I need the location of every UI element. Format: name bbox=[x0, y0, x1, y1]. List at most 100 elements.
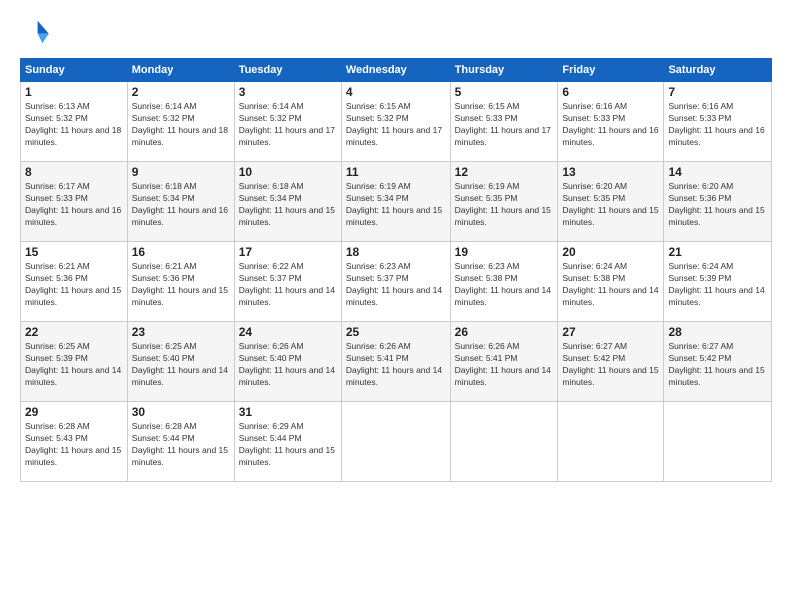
day-info: Sunrise: 6:24 AM Sunset: 5:38 PM Dayligh… bbox=[562, 261, 659, 309]
day-number: 21 bbox=[668, 245, 767, 259]
calendar-day-cell bbox=[450, 402, 558, 482]
day-number: 9 bbox=[132, 165, 230, 179]
day-info: Sunrise: 6:24 AM Sunset: 5:39 PM Dayligh… bbox=[668, 261, 767, 309]
calendar-day-cell: 31 Sunrise: 6:29 AM Sunset: 5:44 PM Dayl… bbox=[234, 402, 341, 482]
day-info: Sunrise: 6:14 AM Sunset: 5:32 PM Dayligh… bbox=[239, 101, 337, 149]
calendar-day-cell bbox=[558, 402, 664, 482]
day-number: 27 bbox=[562, 325, 659, 339]
day-number: 12 bbox=[455, 165, 554, 179]
day-number: 6 bbox=[562, 85, 659, 99]
day-number: 23 bbox=[132, 325, 230, 339]
calendar-day-cell: 3 Sunrise: 6:14 AM Sunset: 5:32 PM Dayli… bbox=[234, 82, 341, 162]
calendar-day-cell: 29 Sunrise: 6:28 AM Sunset: 5:43 PM Dayl… bbox=[21, 402, 128, 482]
day-info: Sunrise: 6:28 AM Sunset: 5:43 PM Dayligh… bbox=[25, 421, 123, 469]
calendar-day-cell: 23 Sunrise: 6:25 AM Sunset: 5:40 PM Dayl… bbox=[127, 322, 234, 402]
day-number: 3 bbox=[239, 85, 337, 99]
day-info: Sunrise: 6:26 AM Sunset: 5:41 PM Dayligh… bbox=[455, 341, 554, 389]
calendar-day-cell: 28 Sunrise: 6:27 AM Sunset: 5:42 PM Dayl… bbox=[664, 322, 772, 402]
calendar-day-cell: 13 Sunrise: 6:20 AM Sunset: 5:35 PM Dayl… bbox=[558, 162, 664, 242]
day-info: Sunrise: 6:22 AM Sunset: 5:37 PM Dayligh… bbox=[239, 261, 337, 309]
calendar-day-cell: 5 Sunrise: 6:15 AM Sunset: 5:33 PM Dayli… bbox=[450, 82, 558, 162]
calendar-day-cell: 6 Sunrise: 6:16 AM Sunset: 5:33 PM Dayli… bbox=[558, 82, 664, 162]
day-number: 11 bbox=[346, 165, 446, 179]
calendar-day-cell: 11 Sunrise: 6:19 AM Sunset: 5:34 PM Dayl… bbox=[341, 162, 450, 242]
day-number: 7 bbox=[668, 85, 767, 99]
day-info: Sunrise: 6:17 AM Sunset: 5:33 PM Dayligh… bbox=[25, 181, 123, 229]
calendar-week-row: 29 Sunrise: 6:28 AM Sunset: 5:43 PM Dayl… bbox=[21, 402, 772, 482]
calendar-day-cell: 2 Sunrise: 6:14 AM Sunset: 5:32 PM Dayli… bbox=[127, 82, 234, 162]
day-number: 13 bbox=[562, 165, 659, 179]
day-info: Sunrise: 6:16 AM Sunset: 5:33 PM Dayligh… bbox=[668, 101, 767, 149]
day-info: Sunrise: 6:23 AM Sunset: 5:37 PM Dayligh… bbox=[346, 261, 446, 309]
day-info: Sunrise: 6:20 AM Sunset: 5:35 PM Dayligh… bbox=[562, 181, 659, 229]
calendar-day-cell: 27 Sunrise: 6:27 AM Sunset: 5:42 PM Dayl… bbox=[558, 322, 664, 402]
day-number: 2 bbox=[132, 85, 230, 99]
calendar-week-row: 15 Sunrise: 6:21 AM Sunset: 5:36 PM Dayl… bbox=[21, 242, 772, 322]
day-number: 25 bbox=[346, 325, 446, 339]
weekday-header: Tuesday bbox=[234, 59, 341, 82]
page: SundayMondayTuesdayWednesdayThursdayFrid… bbox=[0, 0, 792, 612]
day-info: Sunrise: 6:26 AM Sunset: 5:41 PM Dayligh… bbox=[346, 341, 446, 389]
day-number: 20 bbox=[562, 245, 659, 259]
weekday-header: Thursday bbox=[450, 59, 558, 82]
day-info: Sunrise: 6:19 AM Sunset: 5:35 PM Dayligh… bbox=[455, 181, 554, 229]
day-info: Sunrise: 6:15 AM Sunset: 5:33 PM Dayligh… bbox=[455, 101, 554, 149]
day-number: 16 bbox=[132, 245, 230, 259]
calendar-day-cell: 20 Sunrise: 6:24 AM Sunset: 5:38 PM Dayl… bbox=[558, 242, 664, 322]
day-info: Sunrise: 6:18 AM Sunset: 5:34 PM Dayligh… bbox=[132, 181, 230, 229]
calendar-day-cell: 7 Sunrise: 6:16 AM Sunset: 5:33 PM Dayli… bbox=[664, 82, 772, 162]
weekday-header: Sunday bbox=[21, 59, 128, 82]
day-info: Sunrise: 6:27 AM Sunset: 5:42 PM Dayligh… bbox=[562, 341, 659, 389]
day-info: Sunrise: 6:26 AM Sunset: 5:40 PM Dayligh… bbox=[239, 341, 337, 389]
day-number: 28 bbox=[668, 325, 767, 339]
calendar-day-cell: 16 Sunrise: 6:21 AM Sunset: 5:36 PM Dayl… bbox=[127, 242, 234, 322]
logo bbox=[20, 16, 56, 48]
day-info: Sunrise: 6:21 AM Sunset: 5:36 PM Dayligh… bbox=[25, 261, 123, 309]
day-number: 14 bbox=[668, 165, 767, 179]
day-number: 31 bbox=[239, 405, 337, 419]
day-info: Sunrise: 6:29 AM Sunset: 5:44 PM Dayligh… bbox=[239, 421, 337, 469]
day-info: Sunrise: 6:16 AM Sunset: 5:33 PM Dayligh… bbox=[562, 101, 659, 149]
day-info: Sunrise: 6:19 AM Sunset: 5:34 PM Dayligh… bbox=[346, 181, 446, 229]
calendar-week-row: 22 Sunrise: 6:25 AM Sunset: 5:39 PM Dayl… bbox=[21, 322, 772, 402]
calendar-week-row: 8 Sunrise: 6:17 AM Sunset: 5:33 PM Dayli… bbox=[21, 162, 772, 242]
calendar-day-cell: 10 Sunrise: 6:18 AM Sunset: 5:34 PM Dayl… bbox=[234, 162, 341, 242]
calendar-day-cell: 24 Sunrise: 6:26 AM Sunset: 5:40 PM Dayl… bbox=[234, 322, 341, 402]
calendar-header-row: SundayMondayTuesdayWednesdayThursdayFrid… bbox=[21, 59, 772, 82]
day-info: Sunrise: 6:18 AM Sunset: 5:34 PM Dayligh… bbox=[239, 181, 337, 229]
day-number: 19 bbox=[455, 245, 554, 259]
calendar-day-cell: 21 Sunrise: 6:24 AM Sunset: 5:39 PM Dayl… bbox=[664, 242, 772, 322]
calendar-day-cell: 9 Sunrise: 6:18 AM Sunset: 5:34 PM Dayli… bbox=[127, 162, 234, 242]
day-info: Sunrise: 6:28 AM Sunset: 5:44 PM Dayligh… bbox=[132, 421, 230, 469]
day-number: 10 bbox=[239, 165, 337, 179]
weekday-header: Wednesday bbox=[341, 59, 450, 82]
day-info: Sunrise: 6:13 AM Sunset: 5:32 PM Dayligh… bbox=[25, 101, 123, 149]
day-number: 26 bbox=[455, 325, 554, 339]
weekday-header: Friday bbox=[558, 59, 664, 82]
day-info: Sunrise: 6:20 AM Sunset: 5:36 PM Dayligh… bbox=[668, 181, 767, 229]
weekday-header: Monday bbox=[127, 59, 234, 82]
calendar-day-cell: 30 Sunrise: 6:28 AM Sunset: 5:44 PM Dayl… bbox=[127, 402, 234, 482]
day-info: Sunrise: 6:21 AM Sunset: 5:36 PM Dayligh… bbox=[132, 261, 230, 309]
day-number: 30 bbox=[132, 405, 230, 419]
calendar-day-cell bbox=[341, 402, 450, 482]
day-info: Sunrise: 6:25 AM Sunset: 5:39 PM Dayligh… bbox=[25, 341, 123, 389]
calendar-day-cell: 4 Sunrise: 6:15 AM Sunset: 5:32 PM Dayli… bbox=[341, 82, 450, 162]
day-number: 15 bbox=[25, 245, 123, 259]
day-number: 5 bbox=[455, 85, 554, 99]
day-number: 1 bbox=[25, 85, 123, 99]
calendar-day-cell: 22 Sunrise: 6:25 AM Sunset: 5:39 PM Dayl… bbox=[21, 322, 128, 402]
day-number: 24 bbox=[239, 325, 337, 339]
header bbox=[20, 16, 772, 48]
calendar-table: SundayMondayTuesdayWednesdayThursdayFrid… bbox=[20, 58, 772, 482]
weekday-header: Saturday bbox=[664, 59, 772, 82]
day-info: Sunrise: 6:14 AM Sunset: 5:32 PM Dayligh… bbox=[132, 101, 230, 149]
calendar-day-cell: 25 Sunrise: 6:26 AM Sunset: 5:41 PM Dayl… bbox=[341, 322, 450, 402]
calendar-day-cell: 19 Sunrise: 6:23 AM Sunset: 5:38 PM Dayl… bbox=[450, 242, 558, 322]
calendar-day-cell: 12 Sunrise: 6:19 AM Sunset: 5:35 PM Dayl… bbox=[450, 162, 558, 242]
calendar-day-cell: 15 Sunrise: 6:21 AM Sunset: 5:36 PM Dayl… bbox=[21, 242, 128, 322]
day-info: Sunrise: 6:23 AM Sunset: 5:38 PM Dayligh… bbox=[455, 261, 554, 309]
calendar-day-cell: 18 Sunrise: 6:23 AM Sunset: 5:37 PM Dayl… bbox=[341, 242, 450, 322]
day-number: 22 bbox=[25, 325, 123, 339]
calendar-day-cell: 8 Sunrise: 6:17 AM Sunset: 5:33 PM Dayli… bbox=[21, 162, 128, 242]
